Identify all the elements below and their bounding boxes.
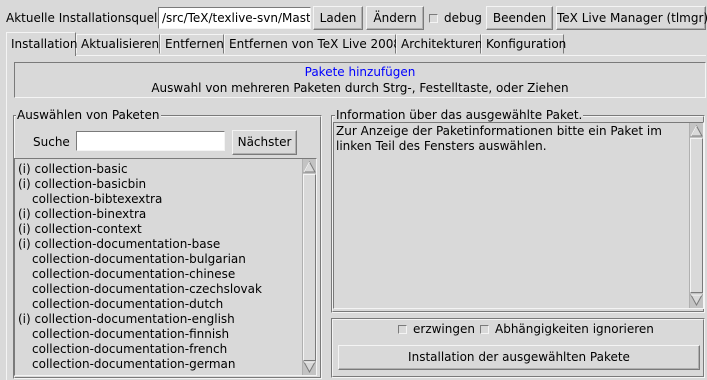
package-list-item[interactable]: (i) collection-basicbin <box>16 177 300 192</box>
force-label: erzwingen <box>413 322 475 336</box>
debug-checkbox[interactable] <box>429 14 438 23</box>
package-list-item[interactable]: (i) collection-basic <box>16 162 300 177</box>
package-list-scrollbar[interactable] <box>302 159 316 375</box>
header-subtitle: Auswahl von mehreren Paketen durch Strg-… <box>151 81 569 95</box>
search-label: Suche <box>33 135 70 149</box>
package-list-item[interactable]: collection-documentation-finnish <box>16 327 300 342</box>
tab-installation[interactable]: Installation <box>6 32 77 56</box>
debug-label: debug <box>444 11 482 25</box>
scroll-down-arrow-icon[interactable] <box>303 360 316 373</box>
package-list-item[interactable]: collection-bibtexextra <box>16 192 300 207</box>
force-checkbox[interactable] <box>398 325 407 334</box>
scroll-thumb[interactable] <box>303 174 316 361</box>
search-input[interactable] <box>76 131 225 151</box>
tab-entfernen-von-tex-live-2008[interactable]: Entfernen von TeX Live 2008 <box>224 34 401 54</box>
ignore-deps-checkbox[interactable] <box>480 325 489 334</box>
next-button[interactable]: Nächster <box>232 130 297 155</box>
tab-konfiguration[interactable]: Konfiguration <box>481 34 566 54</box>
info-scroll-down-arrow-icon[interactable] <box>690 293 703 306</box>
package-list-item[interactable]: collection-documentation-bulgarian <box>16 252 300 267</box>
package-info-text: Zur Anzeige der Paketinformationen bitte… <box>336 124 662 153</box>
package-info-text-area: Zur Anzeige der Paketinformationen bitte… <box>333 122 704 309</box>
debug-toggle[interactable]: debug <box>429 10 482 26</box>
package-list-item[interactable]: (i) collection-documentation-base <box>16 237 300 252</box>
ignore-deps-option[interactable]: Abhängigkeiten ignorieren <box>480 321 654 337</box>
package-list-item[interactable]: collection-documentation-dutch <box>16 297 300 312</box>
info-scroll-up-arrow-icon[interactable] <box>690 125 703 138</box>
load-button[interactable]: Laden <box>313 6 363 30</box>
package-list-item[interactable]: collection-documentation-chinese <box>16 267 300 282</box>
ignore-deps-label: Abhängigkeiten ignorieren <box>495 322 654 336</box>
header-title: Pakete hinzufügen <box>304 65 416 79</box>
package-list-item[interactable]: (i) collection-binextra <box>16 207 300 222</box>
package-selection-legend: Auswählen von Paketen <box>16 108 161 122</box>
package-list-item[interactable]: (i) collection-documentation-english <box>16 312 300 327</box>
tlmgr-title-button[interactable]: TeX Live Manager (tlmgr) <box>556 6 707 30</box>
package-info-legend: Information über das ausgewählte Paket. <box>335 108 584 122</box>
tab-architekturen[interactable]: Architekturen <box>396 34 482 54</box>
source-label: Aktuelle Installationsquelle <box>6 11 169 25</box>
header-panel: Pakete hinzufügen Auswahl von mehreren P… <box>14 62 706 98</box>
info-scrollbar[interactable] <box>689 123 703 308</box>
change-button[interactable]: Ändern <box>366 6 424 30</box>
scroll-up-arrow-icon[interactable] <box>303 161 316 174</box>
force-option[interactable]: erzwingen <box>398 321 475 337</box>
package-list-item[interactable]: collection-documentation-german <box>16 357 300 372</box>
source-path-field[interactable]: /src/TeX/texlive-svn/Master <box>158 7 311 29</box>
package-list-item[interactable]: collection-documentation-czechslovak <box>16 282 300 297</box>
package-list[interactable]: (i) collection-basic (i) collection-basic… <box>14 158 317 376</box>
quit-button[interactable]: Beenden <box>486 6 553 30</box>
tab-aktualisieren[interactable]: Aktualisieren <box>76 34 160 54</box>
tab-entfernen[interactable]: Entfernen <box>160 34 224 54</box>
info-scroll-thumb[interactable] <box>690 138 703 293</box>
install-selected-button[interactable]: Installation der ausgewählten Pakete <box>338 345 700 370</box>
package-list-item[interactable]: collection-documentation-french <box>16 342 300 357</box>
package-list-item[interactable]: (i) collection-context <box>16 222 300 237</box>
